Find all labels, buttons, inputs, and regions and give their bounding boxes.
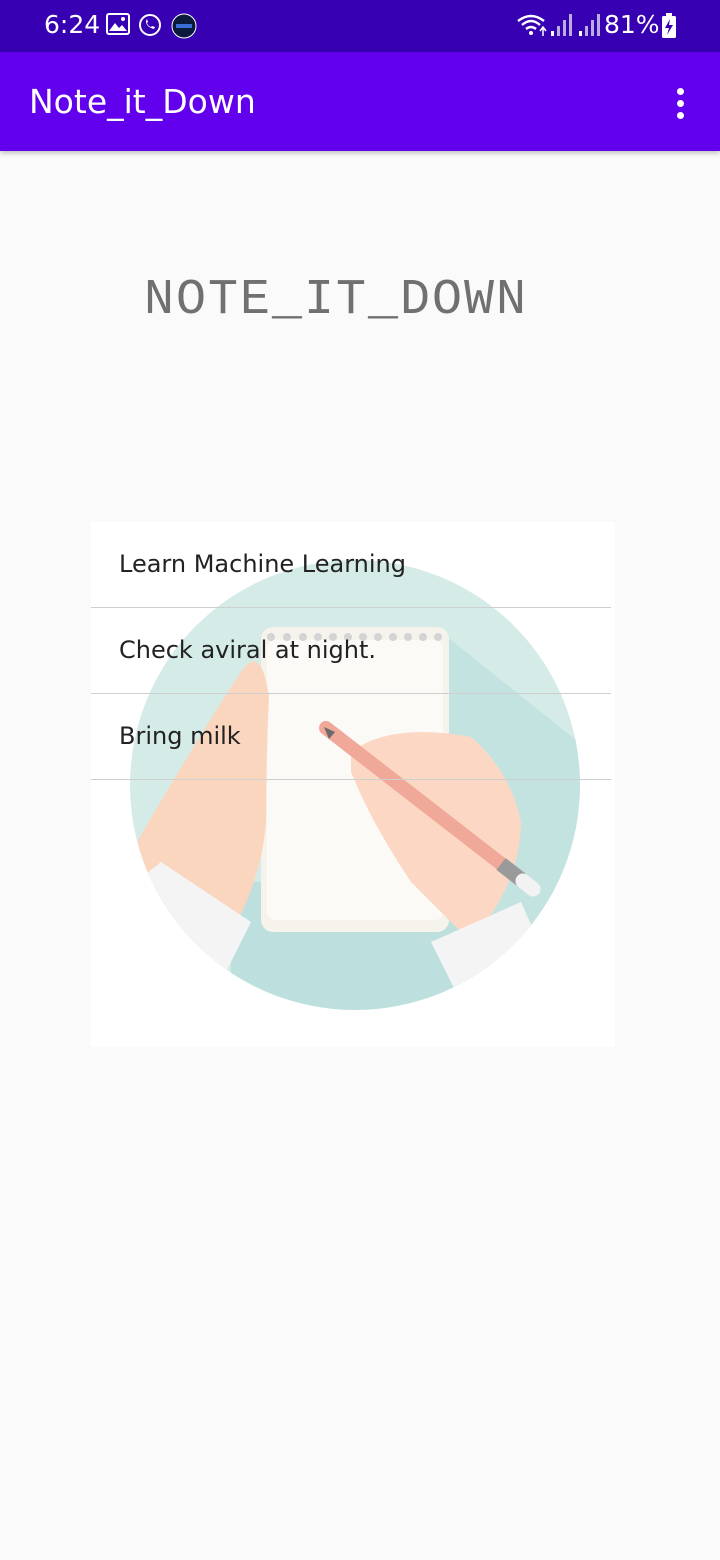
- overflow-menu-icon[interactable]: [660, 80, 700, 126]
- status-bar: 6:24 81%: [0, 0, 720, 52]
- list-item[interactable]: Check aviral at night.: [91, 608, 611, 694]
- list-item[interactable]: Bring milk: [91, 694, 611, 780]
- notes-card: Learn Machine Learning Check aviral at n…: [91, 522, 615, 1047]
- whatsapp-icon: [139, 14, 161, 36]
- page-title: NOTE_IT_DOWN: [143, 272, 529, 329]
- list-item[interactable]: Learn Machine Learning: [91, 522, 611, 608]
- battery-percentage: 81%: [604, 10, 660, 39]
- notes-list: Learn Machine Learning Check aviral at n…: [91, 522, 611, 780]
- battery-charging-icon: [662, 13, 676, 38]
- note-text: Check aviral at night.: [119, 636, 377, 664]
- status-time: 6:24: [44, 10, 101, 39]
- wifi-icon: [517, 14, 547, 36]
- signal-icon: [579, 14, 600, 36]
- image-icon: [106, 13, 130, 35]
- app-title: Note_it_Down: [29, 82, 256, 121]
- signal-icon: [551, 14, 572, 36]
- app-bar: Note_it_Down: [0, 52, 720, 151]
- note-text: Learn Machine Learning: [119, 550, 406, 578]
- note-text: Bring milk: [119, 722, 241, 750]
- app-notification-icon: [171, 13, 197, 39]
